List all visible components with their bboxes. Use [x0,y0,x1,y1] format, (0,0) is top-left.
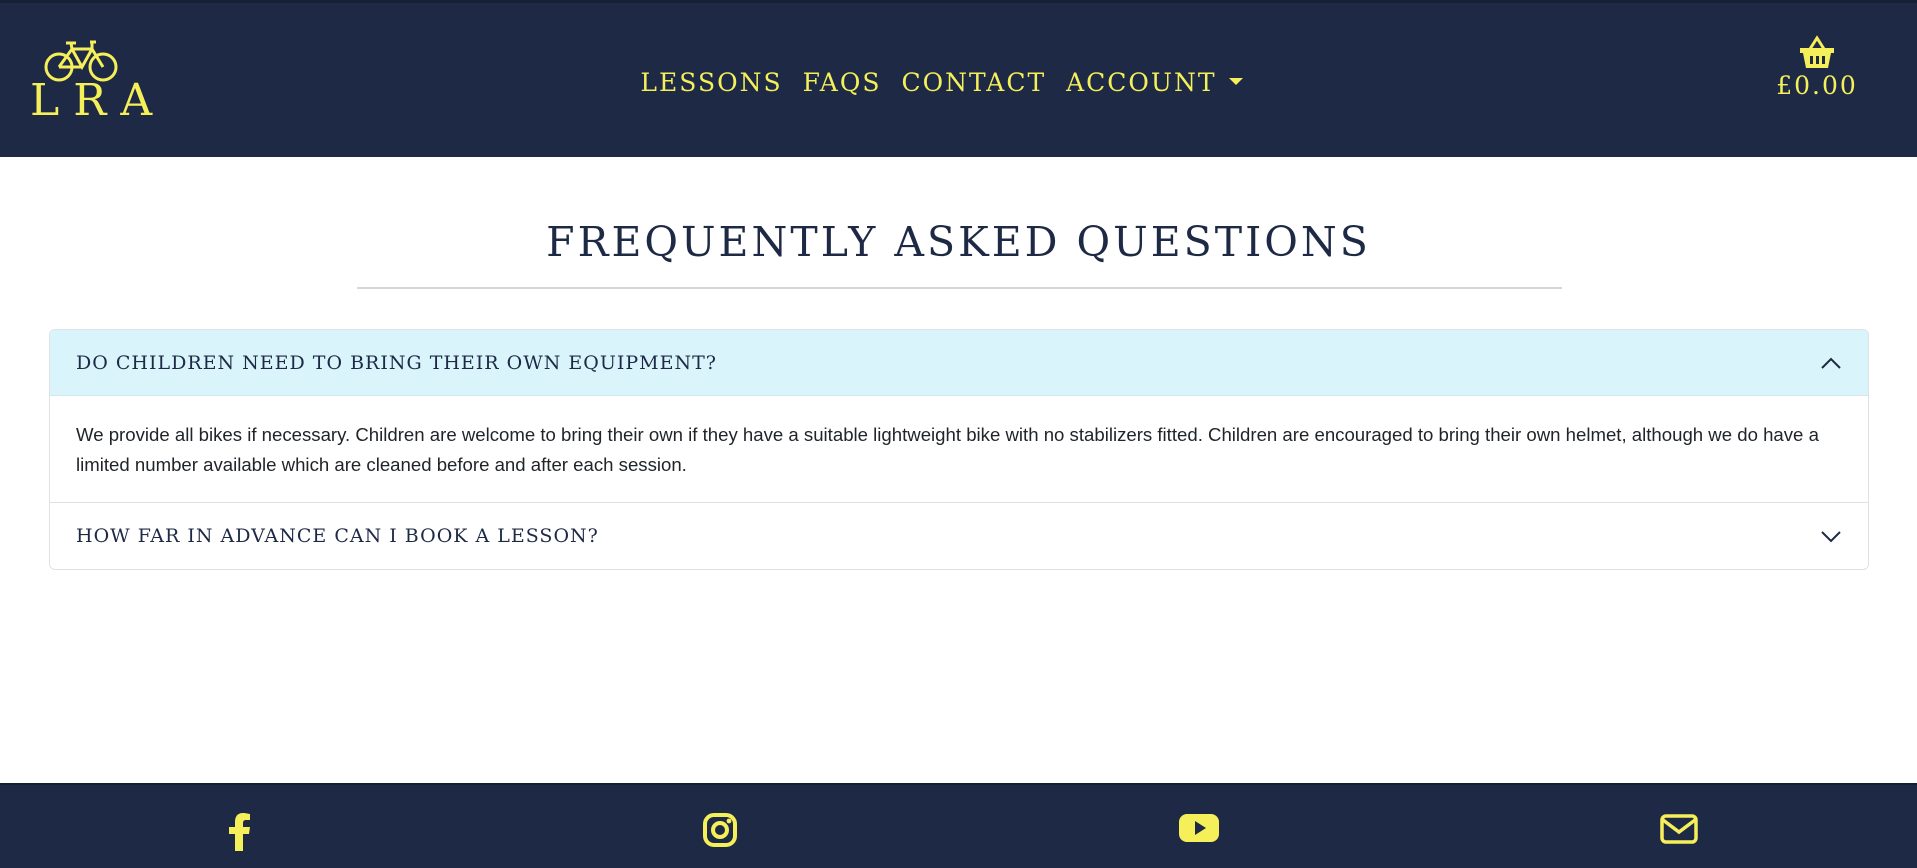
title-divider [357,287,1562,289]
chevron-down-icon [1821,531,1841,543]
basket-button[interactable]: £0.00 [1762,35,1872,100]
chevron-up-icon [1821,357,1841,369]
faq-accordion: DO CHILDREN NEED TO BRING THEIR OWN EQUI… [49,329,1869,570]
instagram-icon[interactable] [703,813,737,847]
faq-question-text: DO CHILDREN NEED TO BRING THEIR OWN EQUI… [76,351,717,374]
faq-question-booking[interactable]: HOW FAR IN ADVANCE CAN I BOOK A LESSON? [50,503,1868,569]
nav-faqs[interactable]: FAQS [793,65,892,101]
nav-contact[interactable]: CONTACT [891,65,1056,101]
facebook-icon[interactable] [226,813,252,851]
page-title: FREQUENTLY ASKED QUESTIONS [546,218,1371,266]
main-nav: LESSONS FAQS CONTACT ACCOUNT [0,65,1917,101]
basket-total: £0.00 [1776,71,1858,100]
caret-down-icon [1228,78,1243,85]
youtube-icon[interactable] [1179,813,1219,843]
nav-account-dropdown[interactable]: ACCOUNT [1056,65,1252,101]
navbar: LRA LESSONS FAQS CONTACT ACCOUNT £0.00 [0,0,1917,157]
nav-account-label: ACCOUNT [1066,68,1217,97]
faq-question-equipment[interactable]: DO CHILDREN NEED TO BRING THEIR OWN EQUI… [50,330,1868,396]
faq-question-text: HOW FAR IN ADVANCE CAN I BOOK A LESSON? [76,525,599,547]
nav-lessons[interactable]: LESSONS [630,65,792,101]
basket-icon [1800,35,1834,68]
footer [0,783,1917,868]
faq-answer-equipment: We provide all bikes if necessary. Child… [50,396,1868,503]
envelope-icon[interactable] [1660,813,1698,845]
